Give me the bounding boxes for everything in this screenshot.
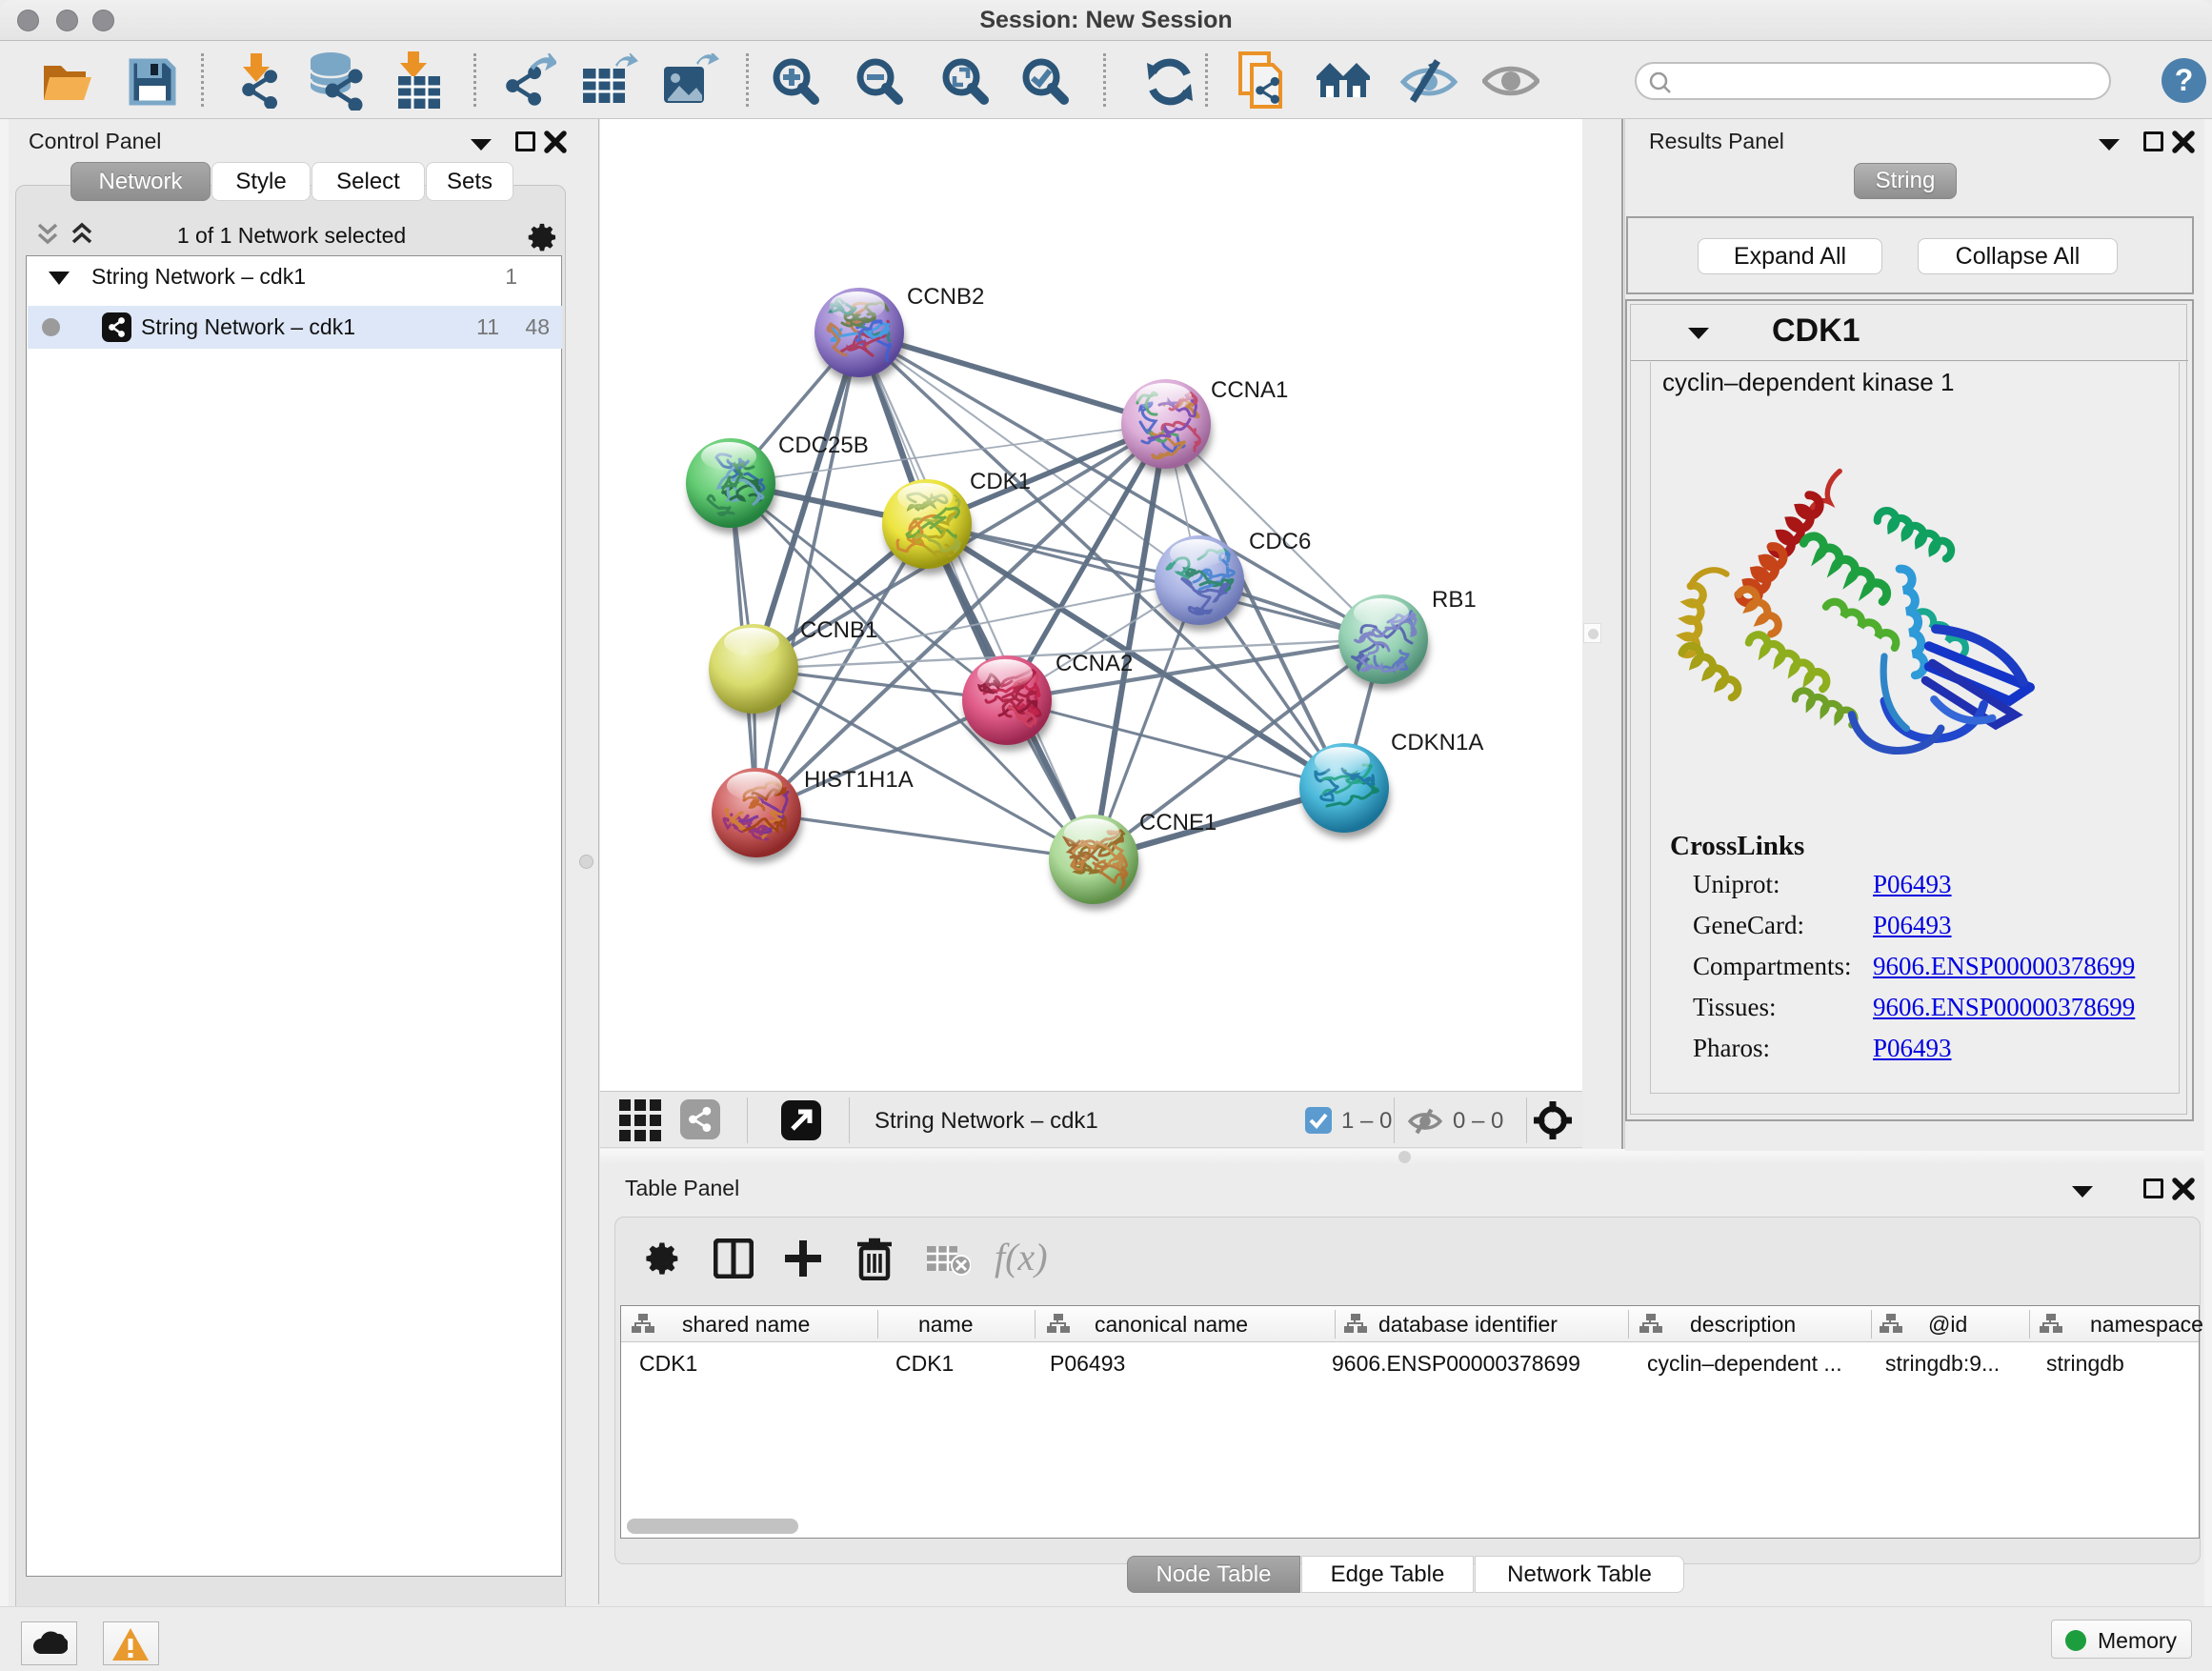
svg-text:CCNB2: CCNB2 (907, 284, 984, 310)
svg-text:CDC6: CDC6 (1249, 529, 1311, 554)
svg-text:CDKN1A: CDKN1A (1391, 730, 1483, 755)
svg-text:CCNE1: CCNE1 (1139, 810, 1217, 836)
svg-text:CCNA2: CCNA2 (1056, 651, 1133, 676)
svg-text:CCNA1: CCNA1 (1211, 377, 1288, 403)
svg-text:CDK1: CDK1 (970, 469, 1031, 494)
svg-text:CCNB1: CCNB1 (800, 617, 877, 643)
svg-text:RB1: RB1 (1432, 587, 1477, 613)
svg-text:CDC25B: CDC25B (778, 433, 869, 458)
svg-text:HIST1H1A: HIST1H1A (804, 767, 914, 793)
